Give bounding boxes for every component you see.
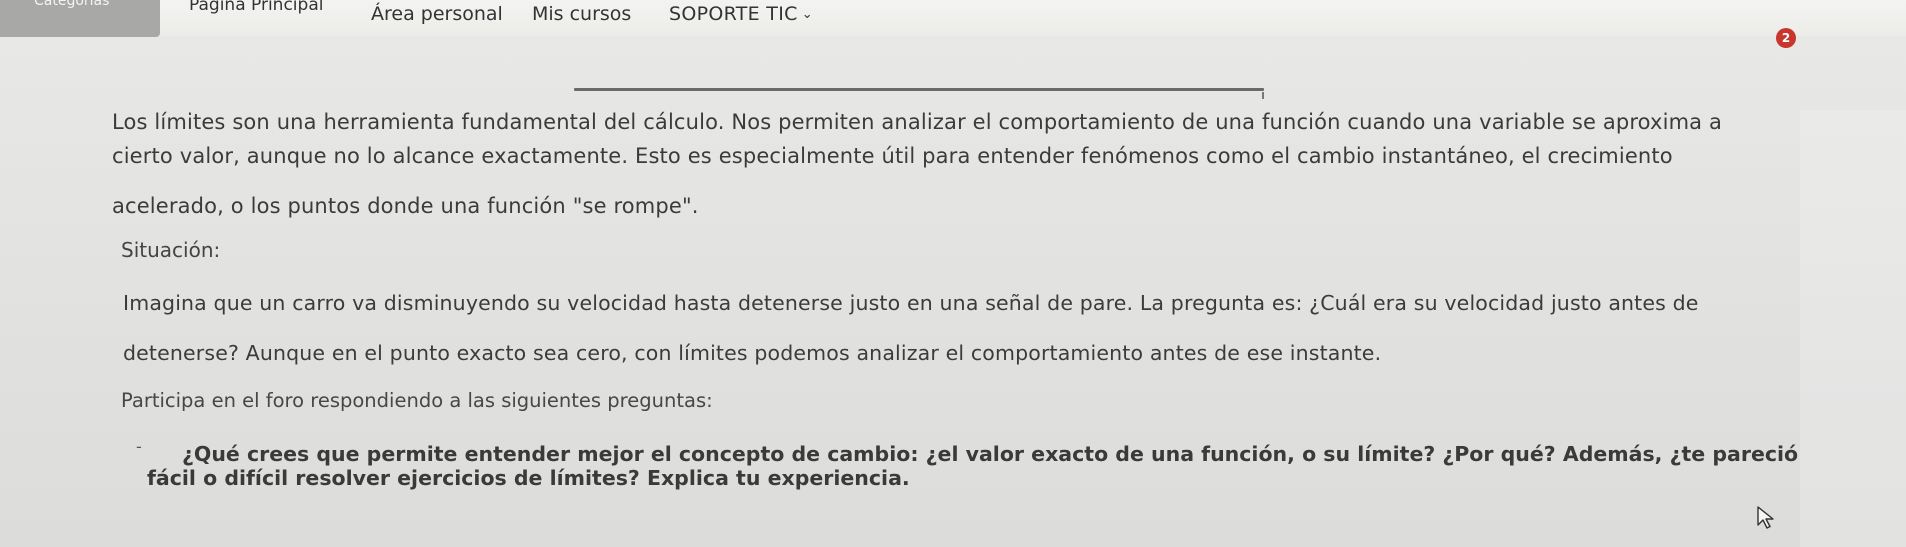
chevron-down-icon: ⌄ xyxy=(801,7,813,22)
intro-line: Los límites son una herramienta fundamen… xyxy=(112,110,1723,134)
situation-line: Imagina que un carro va disminuyendo su … xyxy=(123,291,1699,315)
nav-support-label: SOPORTE TIC xyxy=(669,3,798,25)
intro-line: cierto valor, aunque no lo alcance exact… xyxy=(112,144,1673,168)
question-line: ¿Qué crees que permite entender mejor el… xyxy=(182,442,1799,466)
nav-personal-area[interactable]: Área personal xyxy=(371,3,503,25)
nav-support-tic[interactable]: SOPORTE TIC ⌄ xyxy=(669,3,813,25)
list-bullet: - xyxy=(136,437,142,456)
situation-heading: Situación: xyxy=(121,238,221,262)
mouse-cursor-icon xyxy=(1757,506,1774,529)
forum-prompt: Participa en el foro respondiendo a las … xyxy=(121,389,713,412)
question-line: fácil o difícil resolver ejercicios de l… xyxy=(147,466,910,490)
horizontal-divider xyxy=(574,88,1264,91)
top-navigation: Categorías Página Principal Área persona… xyxy=(0,0,1906,37)
nav-my-courses[interactable]: Mis cursos xyxy=(532,3,631,25)
right-side-panel xyxy=(1800,110,1906,547)
intro-line: acelerado, o los puntos donde una funció… xyxy=(112,194,699,218)
nav-home[interactable]: Página Principal xyxy=(189,0,323,15)
divider-tick xyxy=(1262,92,1264,99)
categories-menu[interactable]: Categorías xyxy=(0,0,160,37)
situation-line: detenerse? Aunque en el punto exacto sea… xyxy=(123,341,1382,365)
categories-label: Categorías xyxy=(34,0,110,9)
notification-badge[interactable]: 2 xyxy=(1776,28,1796,48)
